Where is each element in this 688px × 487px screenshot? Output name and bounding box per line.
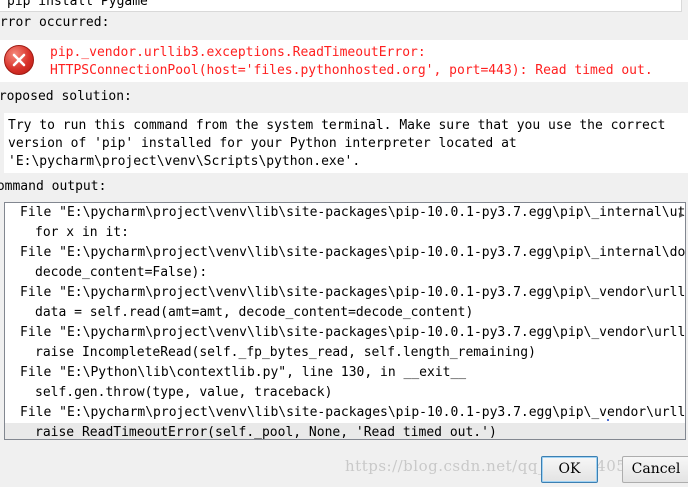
cursor-mark [607,419,609,421]
command-output-area[interactable]: File "E:\pycharm\project\venv\lib\site-p… [4,202,686,440]
error-icon [4,45,34,75]
scroll-right-icon[interactable]: ▶ [679,211,685,219]
output-line: File "E:\pycharm\project\venv\lib\site-p… [20,205,686,220]
error-panel: pip._vendor.urllib3.exceptions.ReadTimeo… [0,40,688,82]
output-line: File "E:\pycharm\project\venv\lib\site-p… [20,245,686,260]
solution-message: Try to run this command from the system … [8,117,665,171]
cancel-button[interactable]: Cancel [622,456,688,483]
error-label: Error occurred: [0,15,110,30]
output-line: raise IncompleteRead(self._fp_bytes_read… [35,345,536,360]
output-line: decode_content=False): [35,265,208,280]
ok-button[interactable]: OK [541,456,598,483]
output-line: File "E:\pycharm\project\venv\lib\site-p… [20,325,686,340]
output-line: for x in it: [35,225,129,240]
output-line: File "E:\Python\lib\contextlib.py", line… [20,365,467,380]
error-line-2: HTTPSConnectionPool(host='files.pythonho… [50,63,653,78]
command-text: pip install Pygame [7,0,148,9]
output-line: File "E:\pycharm\project\venv\lib\site-p… [20,285,686,300]
output-line: data = self.read(amt=amt, decode_content… [35,305,474,320]
output-line: File "E:\pycharm\project\venv\lib\site-p… [20,405,686,420]
output-line: self.gen.throw(type, value, traceback) [35,385,333,400]
solution-line-1: Try to run this command from the system … [8,118,666,133]
output-line: raise ReadTimeoutError(self._pool, None,… [5,423,685,439]
solution-label: Proposed solution: [0,89,132,104]
solution-panel: Try to run this command from the system … [4,113,688,173]
error-line-1: pip._vendor.urllib3.exceptions.ReadTimeo… [50,45,426,60]
output-label: Command output: [0,179,107,194]
command-field: pip install Pygame [0,0,682,12]
error-message: pip._vendor.urllib3.exceptions.ReadTimeo… [50,44,653,80]
solution-line-3: 'E:\pycharm\project\venv\Scripts\python.… [8,154,361,169]
solution-line-2: version of 'pip' installed for your Pyth… [8,136,517,151]
output-lines: File "E:\pycharm\project\venv\lib\site-p… [5,203,686,439]
